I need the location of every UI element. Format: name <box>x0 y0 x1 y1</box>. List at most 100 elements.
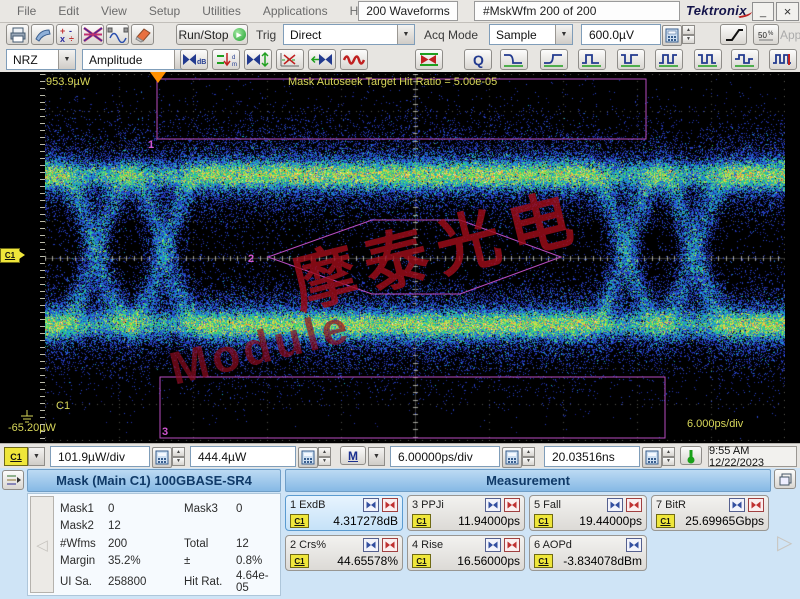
signal-type-dropdown[interactable]: NRZ ▼ <box>6 49 76 70</box>
mask-stat-value: 4.64e-05 <box>236 570 269 594</box>
measurement-panel-header[interactable]: Measurement <box>285 469 771 492</box>
chevron-down-icon[interactable]: ▼ <box>58 50 75 69</box>
horizontal-position-field[interactable]: 20.03516ns <box>544 446 640 467</box>
eye-width-icon[interactable] <box>308 49 336 70</box>
source-badge: C1 <box>290 554 309 568</box>
vertical-scale-spinner[interactable]: ▲ ▼ <box>172 447 185 466</box>
close-button[interactable]: × <box>776 2 799 21</box>
menu-view[interactable]: View <box>90 4 138 18</box>
eraser-icon[interactable] <box>131 24 154 45</box>
wave-meas-8-icon[interactable] <box>769 49 797 70</box>
run-stop-button[interactable]: Run/Stop ▶ <box>176 24 248 45</box>
mask-stat-value: 12 <box>236 537 249 550</box>
menu-setup[interactable]: Setup <box>138 4 191 18</box>
menu-applications[interactable]: Applications <box>252 4 339 18</box>
measurement-cell-rise[interactable]: 4 Rise C1 16.56000ps <box>407 535 525 571</box>
math-dropdown[interactable]: ▼ <box>368 447 385 466</box>
pointer-tool-icon[interactable] <box>31 24 54 45</box>
math-icon[interactable]: + - x ÷ <box>56 24 79 45</box>
measurement-cell-ppji[interactable]: 3 PPJi C1 11.94000ps <box>407 495 525 531</box>
keypad-icon[interactable] <box>662 25 682 46</box>
mask-panel-collapse[interactable]: ◁ <box>30 496 54 593</box>
measurement-label: 4 Rise <box>412 538 444 551</box>
mask-hits-icon[interactable] <box>340 49 368 70</box>
wave-meas-5-icon[interactable] <box>655 49 683 70</box>
vertical-scale-field[interactable]: 101.9µW/div <box>50 446 150 467</box>
keypad-icon[interactable] <box>502 447 522 468</box>
keypad-icon[interactable] <box>642 447 662 468</box>
horizontal-scale-spinner[interactable]: ▲ ▼ <box>522 447 535 466</box>
wave-meas-4-icon[interactable] <box>617 49 645 70</box>
measurement-panel-expand[interactable]: ▷ <box>777 530 792 555</box>
wave-meas-6-icon[interactable] <box>694 49 722 70</box>
run-icon: ▶ <box>232 28 246 41</box>
minimize-button[interactable]: _ <box>752 2 774 21</box>
menu-edit[interactable]: Edit <box>47 4 90 18</box>
waveform-edit-icon[interactable] <box>106 24 129 45</box>
vertical-offset-spinner[interactable]: ▲ ▼ <box>318 447 331 466</box>
waveform-count-box: 200 Waveforms <box>358 1 458 21</box>
print-icon[interactable] <box>6 24 29 45</box>
trigger-level-field[interactable]: 600.0µV <box>581 24 661 45</box>
mask-icon[interactable] <box>81 24 104 45</box>
measurement-row-1: 1 ExdB C1 4.317278dB 3 PPJi C1 11.94000ps 5 Fa… <box>285 495 769 531</box>
svg-text:50: 50 <box>758 31 767 40</box>
menu-file[interactable]: File <box>6 4 47 18</box>
svg-text:Q: Q <box>473 52 484 68</box>
channel-badge[interactable]: C1 <box>4 447 28 466</box>
trigger-source-dropdown[interactable]: Direct ▼ <box>283 24 415 45</box>
mask-annotation-icon <box>626 497 642 512</box>
chevron-down-icon[interactable]: ▼ <box>397 25 414 44</box>
mask-panel-header[interactable]: Mask (Main C1) 100GBASE-SR4 <box>27 469 281 492</box>
math-badge[interactable]: M <box>340 446 366 465</box>
wave-meas-7-icon[interactable] <box>731 49 759 70</box>
eye-height-icon[interactable] <box>244 49 272 70</box>
thermometer-icon[interactable] <box>680 446 702 465</box>
mask-waveform-counter: #MskWfm 200 of 200 <box>474 1 680 21</box>
set-50-percent-icon[interactable]: 50% <box>753 24 779 45</box>
mask-stat-label: ± <box>184 555 191 568</box>
acq-mode-dropdown[interactable]: Sample ▼ <box>489 24 573 45</box>
copy-window-icon[interactable] <box>774 469 796 489</box>
measurement-toolbar: NRZ ▼ Amplitude ▼ dB dm Q <box>0 48 800 73</box>
keypad-icon[interactable] <box>152 447 172 468</box>
mask-stat-value: 0 <box>108 502 115 515</box>
extinction-icon[interactable] <box>415 49 443 70</box>
svg-text:2: 2 <box>248 253 254 265</box>
trigger-position-marker[interactable] <box>150 72 166 83</box>
horizontal-position-spinner[interactable]: ▲ ▼ <box>662 447 675 466</box>
measurement-cell-fall[interactable]: 5 Fall C1 19.44000ps <box>529 495 647 531</box>
measurement-cell-aopd[interactable]: 6 AOPd C1 -3.834078dBm <box>529 535 647 571</box>
wave-meas-1-icon[interactable] <box>500 49 528 70</box>
keypad-icon[interactable] <box>298 447 318 468</box>
jitter-icon[interactable]: dm <box>212 49 240 70</box>
vertical-offset-field[interactable]: 444.4µW <box>190 446 296 467</box>
menu-utilities[interactable]: Utilities <box>191 4 252 18</box>
horizontal-scale-field[interactable]: 6.00000ps/div <box>390 446 500 467</box>
trig-label: Trig <box>256 28 277 42</box>
crossing-icon[interactable] <box>276 49 304 70</box>
q-factor-icon[interactable]: Q <box>464 49 492 70</box>
wave-meas-3-icon[interactable] <box>578 49 606 70</box>
measurement-value: 11.94000ps <box>458 514 520 528</box>
measurement-cell-exdb[interactable]: 1 ExdB C1 4.317278dB <box>285 495 403 531</box>
trigger-level-spinner[interactable]: ▲ ▼ <box>682 25 695 44</box>
eye-db-icon[interactable]: dB <box>180 49 208 70</box>
mask-results: ◁ Mask1 0 Mask3 0 Mask2 12 #Wfms 200 Total 12 Marg… <box>27 493 281 596</box>
measurement-cell-crs[interactable]: 2 Crs% C1 44.65578% <box>285 535 403 571</box>
mask-stat-row: UI Sa. 258800 Hit Rat. 4.64e-05 <box>60 570 276 594</box>
source-badge: C1 <box>412 554 431 568</box>
measure-category-dropdown[interactable]: Amplitude ▼ <box>82 49 192 70</box>
channel-dropdown[interactable]: ▼ <box>28 447 45 466</box>
measurement-value: 19.44000ps <box>579 514 642 528</box>
channel-reference-marker[interactable]: C1 <box>0 248 25 263</box>
panel-menu-button[interactable] <box>2 470 24 490</box>
trigger-slope-icon[interactable] <box>720 24 747 45</box>
mask-stat-label: Mask1 <box>60 502 94 515</box>
measurement-label: 5 Fall <box>534 498 561 511</box>
acq-mode-label: Acq Mode <box>424 28 479 42</box>
measurement-cell-bitr[interactable]: 7 BitR C1 25.69965Gbps <box>651 495 769 531</box>
wave-meas-2-icon[interactable] <box>540 49 568 70</box>
chevron-down-icon[interactable]: ▼ <box>555 25 572 44</box>
app-button[interactable]: App <box>780 28 800 42</box>
